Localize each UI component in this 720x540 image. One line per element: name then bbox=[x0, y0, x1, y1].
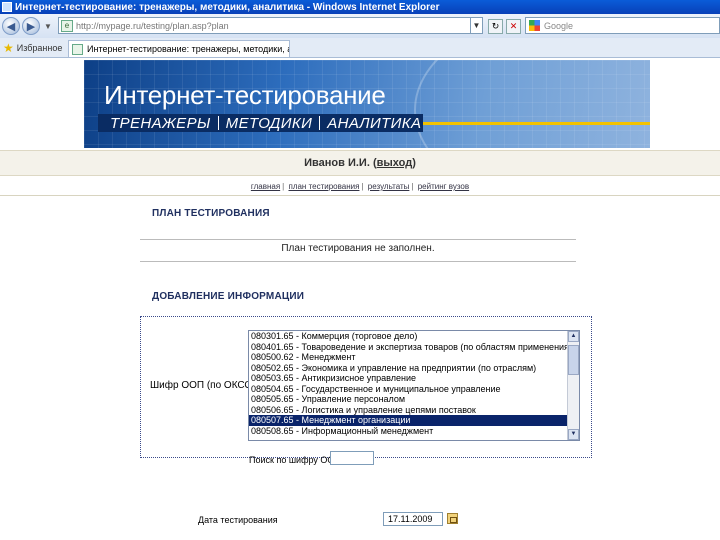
calendar-icon[interactable] bbox=[447, 513, 458, 524]
divider bbox=[319, 116, 321, 130]
banner-gold-line bbox=[423, 122, 650, 125]
scroll-thumb[interactable] bbox=[568, 345, 579, 375]
history-dropdown-icon[interactable]: ▼ bbox=[44, 22, 52, 31]
window-titlebar: Интернет-тестирование: тренажеры, методи… bbox=[0, 0, 720, 14]
listbox-option[interactable]: 080401.65 - Товароведение и экспертиза т… bbox=[249, 342, 569, 353]
banner-nav-methods[interactable]: МЕТОДИКИ bbox=[226, 115, 313, 132]
navigation-bar: ◀ ▶ ▼ e http://mypage.ru/testing/plan.as… bbox=[0, 14, 720, 38]
search-box[interactable]: Google bbox=[525, 17, 720, 34]
page-icon: e bbox=[61, 19, 73, 32]
divider bbox=[140, 261, 576, 262]
google-icon bbox=[529, 20, 540, 31]
user-bar: Иванов И.И. (выход) bbox=[0, 150, 720, 176]
add-heading: ДОБАВЛЕНИЕ ИНФОРМАЦИИ bbox=[152, 291, 305, 302]
page-icon bbox=[72, 43, 83, 55]
banner-nav: ТРЕНАЖЕРЫ МЕТОДИКИ АНАЛИТИКА bbox=[98, 114, 423, 132]
listbox-option[interactable]: 080508.65 - Информационный менеджмент bbox=[249, 426, 569, 437]
address-dropdown-icon[interactable]: ▼ bbox=[470, 18, 482, 33]
plan-heading: ПЛАН ТЕСТИРОВАНИЯ bbox=[152, 208, 270, 219]
banner-arc bbox=[414, 60, 650, 148]
search-placeholder[interactable]: Google bbox=[544, 21, 573, 31]
listbox-option[interactable]: 080504.65 - Государственное и муниципаль… bbox=[249, 384, 569, 395]
tab-current[interactable]: Интернет-тестирование: тренажеры, методи… bbox=[68, 40, 290, 57]
listbox-option[interactable]: 080301.65 - Коммерция (торговое дело) bbox=[249, 331, 569, 342]
ie-icon bbox=[2, 2, 12, 12]
listbox-option[interactable]: 080506.65 - Логистика и управление цепям… bbox=[249, 405, 569, 416]
star-icon: ★ bbox=[3, 40, 14, 55]
stop-icon[interactable]: ✕ bbox=[506, 19, 521, 34]
date-input[interactable]: 17.11.2009 bbox=[383, 512, 443, 526]
favorites-label: Избранное bbox=[16, 42, 63, 53]
divider bbox=[140, 239, 576, 240]
forward-arrow-icon[interactable]: ▶ bbox=[22, 17, 40, 35]
listbox-option[interactable]: 080505.65 - Управление персоналом bbox=[249, 394, 569, 405]
address-bar[interactable]: e http://mypage.ru/testing/plan.asp?plan… bbox=[58, 17, 483, 34]
date-label: Дата тестирования bbox=[198, 515, 278, 525]
window-title: Интернет-тестирование: тренажеры, методи… bbox=[15, 1, 440, 13]
code-label: Шифр ООП (по ОКСО): bbox=[150, 380, 259, 391]
site-title: Интернет-тестирование bbox=[104, 80, 386, 110]
back-arrow-icon[interactable]: ◀ bbox=[2, 17, 20, 35]
logout-link[interactable]: выход bbox=[377, 157, 413, 169]
search-code-input[interactable] bbox=[330, 451, 374, 465]
code-listbox[interactable]: 080301.65 - Коммерция (торговое дело) 080… bbox=[248, 330, 580, 441]
address-text[interactable]: http://mypage.ru/testing/plan.asp?plan bbox=[76, 21, 470, 31]
banner-nav-analytics[interactable]: АНАЛИТИКА bbox=[327, 115, 421, 132]
user-name: Иванов И.И. bbox=[304, 157, 370, 169]
listbox-option[interactable]: 080507.65 - Менеджмент организации bbox=[249, 415, 569, 426]
scroll-up-icon[interactable]: ▲ bbox=[568, 331, 579, 342]
tab-label: Интернет-тестирование: тренажеры, методи… bbox=[87, 44, 290, 54]
listbox-option[interactable]: 080500.62 - Менеджмент bbox=[249, 352, 569, 363]
listbox-scrollbar[interactable]: ▲ ▼ bbox=[567, 331, 579, 440]
menu-results[interactable]: результаты bbox=[368, 182, 410, 191]
favorites-button[interactable]: ★ Избранное bbox=[3, 41, 62, 55]
banner-nav-trainers[interactable]: ТРЕНАЖЕРЫ bbox=[110, 115, 211, 132]
menu-home[interactable]: главная bbox=[251, 182, 280, 191]
listbox-option[interactable]: 080502.65 - Экономика и управление на пр… bbox=[249, 363, 569, 374]
listbox-option[interactable]: 080503.65 - Антикризисное управление bbox=[249, 373, 569, 384]
search-code-label: Поиск по шифру ООП bbox=[249, 455, 341, 465]
tab-bar: ★ Избранное Интернет-тестирование: трена… bbox=[0, 38, 720, 58]
listbox-rows: 080301.65 - Коммерция (торговое дело) 080… bbox=[249, 331, 569, 436]
menu-plan[interactable]: план тестирования bbox=[288, 182, 359, 191]
divider bbox=[217, 116, 219, 130]
refresh-icon[interactable]: ↻ bbox=[488, 19, 503, 34]
scroll-down-icon[interactable]: ▼ bbox=[568, 429, 579, 440]
menu-rating[interactable]: рейтинг вузов bbox=[418, 182, 469, 191]
site-banner: Интернет-тестирование ТРЕНАЖЕРЫ МЕТОДИКИ… bbox=[84, 60, 650, 148]
main-menu: главная | план тестирования | результаты | … bbox=[0, 178, 720, 196]
plan-empty-message: План тестирования не заполнен. bbox=[281, 243, 435, 254]
